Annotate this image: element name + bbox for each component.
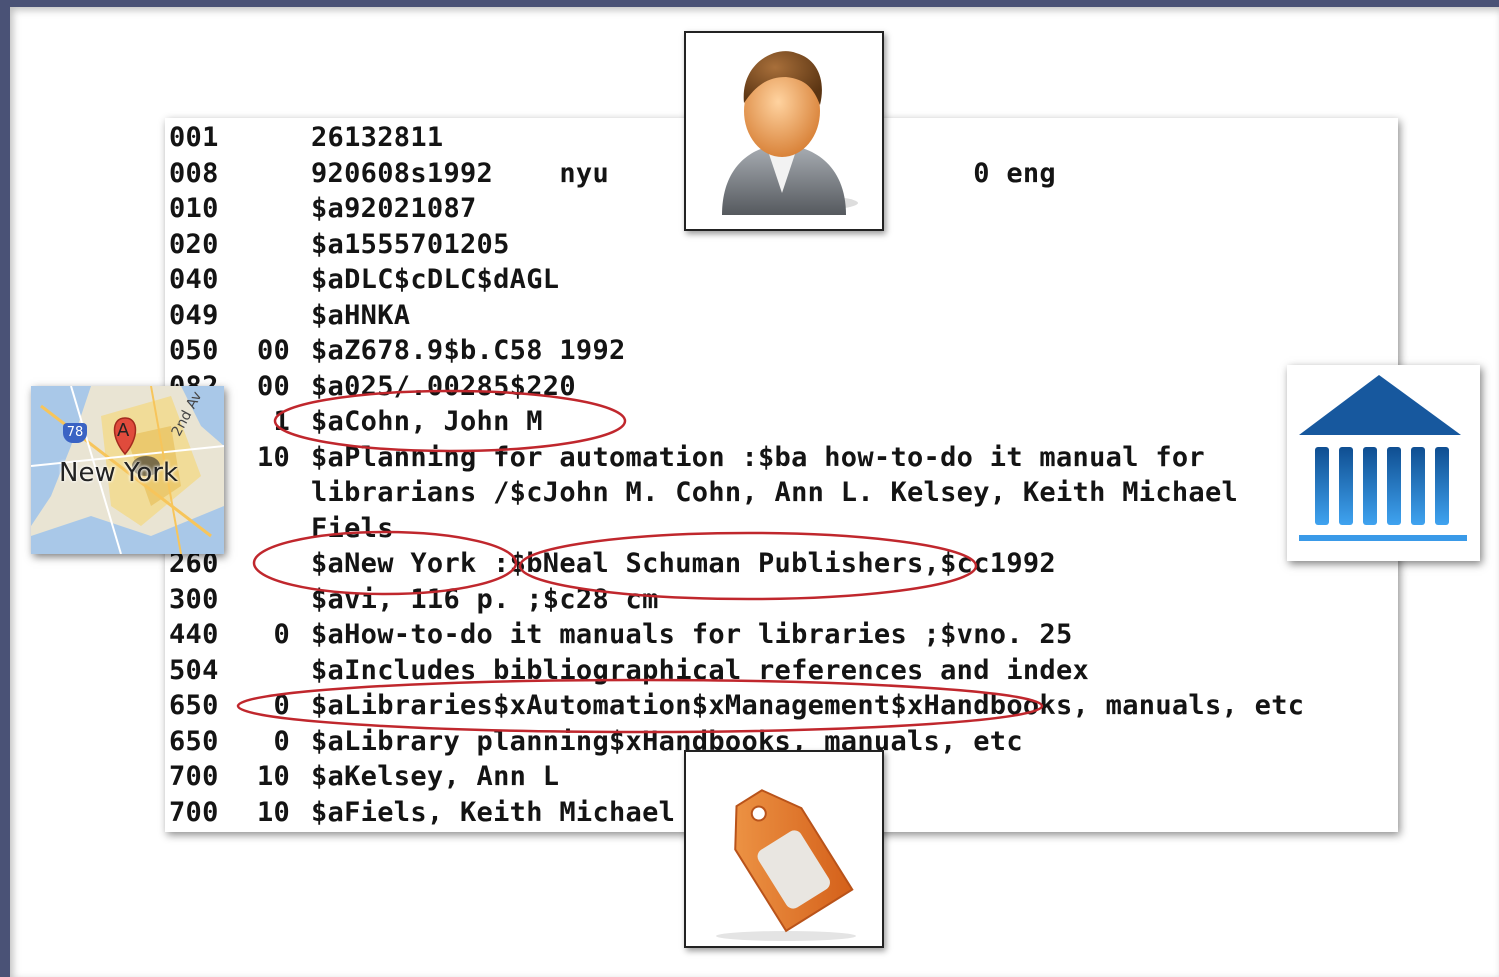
tag-icon: [684, 750, 884, 948]
marc-indicators: 10: [257, 761, 291, 792]
map-city-label: New York: [59, 458, 179, 488]
marc-indicators: 00: [257, 370, 291, 402]
marc-tag: 040: [169, 264, 219, 295]
marc-field: $a025/.00285$220: [311, 370, 576, 402]
marc-field: $aZ678.9$b.C58 1992: [311, 335, 626, 366]
marc-field: $aLibrary planning$xHandbooks, manuals, …: [311, 725, 1023, 757]
marc-field: $aLibraries$xAutomation$xManagement$xHan…: [311, 690, 1305, 721]
marc-tag: 300: [169, 583, 219, 615]
marc-tag: 650: [169, 725, 219, 757]
marc-field: $aHNKA: [311, 299, 411, 331]
marc-tag: 008: [169, 157, 219, 189]
marc-tag: 049: [169, 299, 219, 331]
map-marker-label: A: [117, 420, 130, 441]
marc-indicators: 10: [257, 796, 291, 828]
marc-indicators: 0: [257, 619, 291, 650]
marc-tag: 650: [169, 690, 219, 721]
marc-indicators: 0: [257, 725, 291, 757]
institution-icon: [1287, 365, 1480, 561]
marc-field: $a92021087: [311, 193, 477, 224]
marc-field: librarians /$cJohn M. Cohn, Ann L. Kelse…: [311, 477, 1239, 508]
marc-tag: 504: [169, 654, 219, 686]
highway-shield: 78: [63, 423, 87, 443]
marc-indicators: 10: [257, 441, 291, 473]
marc-field: $aIncludes bibliographical references an…: [311, 654, 1090, 686]
marc-tag: 050: [169, 335, 219, 366]
marc-tag: 020: [169, 228, 219, 260]
marc-field: $a1555701205: [311, 228, 510, 260]
map-icon: A 78 2nd Av New York: [31, 386, 224, 554]
marc-field: $aPlanning for automation :$ba how-to-do…: [311, 441, 1205, 473]
marc-field: $aCohn, John M: [311, 406, 543, 437]
marc-tag: 700: [169, 761, 219, 792]
person-icon: [684, 31, 884, 231]
marc-field: 26132811: [311, 122, 444, 153]
marc-field: $aDLC$cDLC$dAGL: [311, 264, 560, 295]
marc-field: $aHow-to-do it manuals for libraries ;$v…: [311, 619, 1073, 650]
marc-field: $aNew York :$bNeal Schuman Publishers,$c…: [311, 548, 1056, 579]
marc-indicators: 0: [257, 690, 291, 721]
marc-tag: 010: [169, 193, 219, 224]
marc-indicators: 1: [257, 406, 291, 437]
marc-field: Fiels: [311, 512, 394, 544]
marc-field: $avi, 116 p. ;$c28 cm: [311, 583, 659, 615]
marc-field: $aFiels, Keith Michael: [311, 796, 676, 828]
marc-tag: 440: [169, 619, 219, 650]
marc-tag: 700: [169, 796, 219, 828]
marc-indicators: 00: [257, 335, 291, 366]
marc-field: $aKelsey, Ann L: [311, 761, 560, 792]
marc-tag: 001: [169, 122, 219, 153]
